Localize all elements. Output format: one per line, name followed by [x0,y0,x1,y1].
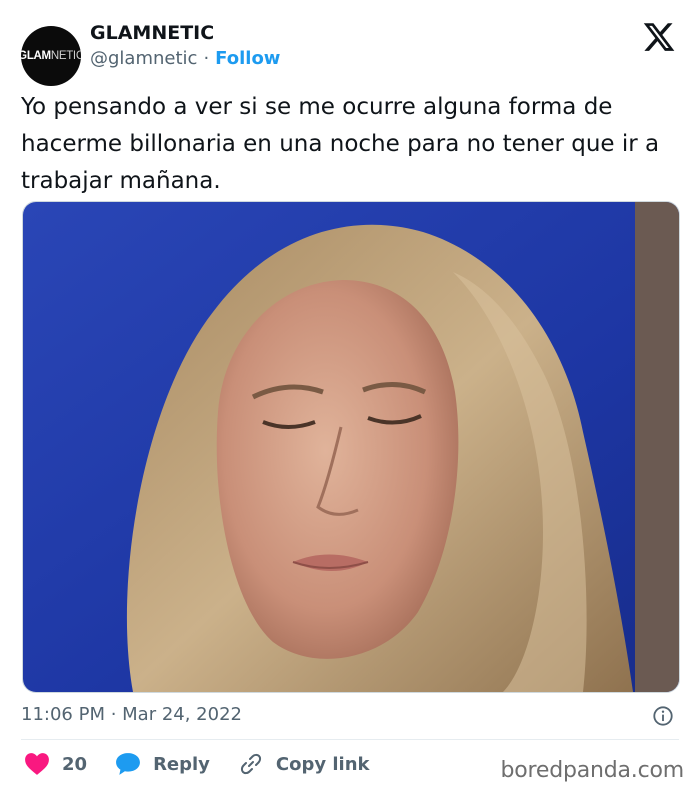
x-logo-icon[interactable] [642,20,676,54]
avatar-logo: GLAMNETIC [21,50,81,62]
follow-button[interactable]: Follow [215,48,280,69]
avatar[interactable]: GLAMNETIC [21,26,81,86]
tweet-timestamp[interactable]: 11:06 PM · Mar 24, 2022 [21,704,242,725]
separator-dot: · [203,48,210,69]
info-icon[interactable] [652,705,674,727]
avatar-logo-light: NETIC [50,50,81,62]
copy-link-label: Copy link [275,753,370,775]
tweet-photo[interactable] [22,201,680,693]
watermark: boredpanda.com [500,758,684,783]
handle-row: @glamnetic · Follow [90,48,280,69]
like-button[interactable]: 20 [24,752,87,776]
display-name[interactable]: GLAMNETIC [90,22,214,44]
reply-bubble-icon [116,753,140,775]
like-count: 20 [62,753,88,775]
avatar-logo-bold: GLAM [21,50,51,62]
link-icon [240,753,261,775]
tweet-text: Yo pensando a ver si se me ocurre alguna… [21,94,660,194]
heart-icon [25,753,49,775]
action-bar: 20 Reply Copy link [24,752,398,776]
reply-button[interactable]: Reply [115,752,210,776]
photo-illustration [23,202,679,692]
user-handle[interactable]: @glamnetic [90,48,197,69]
reply-label: Reply [153,753,210,775]
copy-link-button[interactable]: Copy link [238,752,370,776]
divider [21,739,679,740]
